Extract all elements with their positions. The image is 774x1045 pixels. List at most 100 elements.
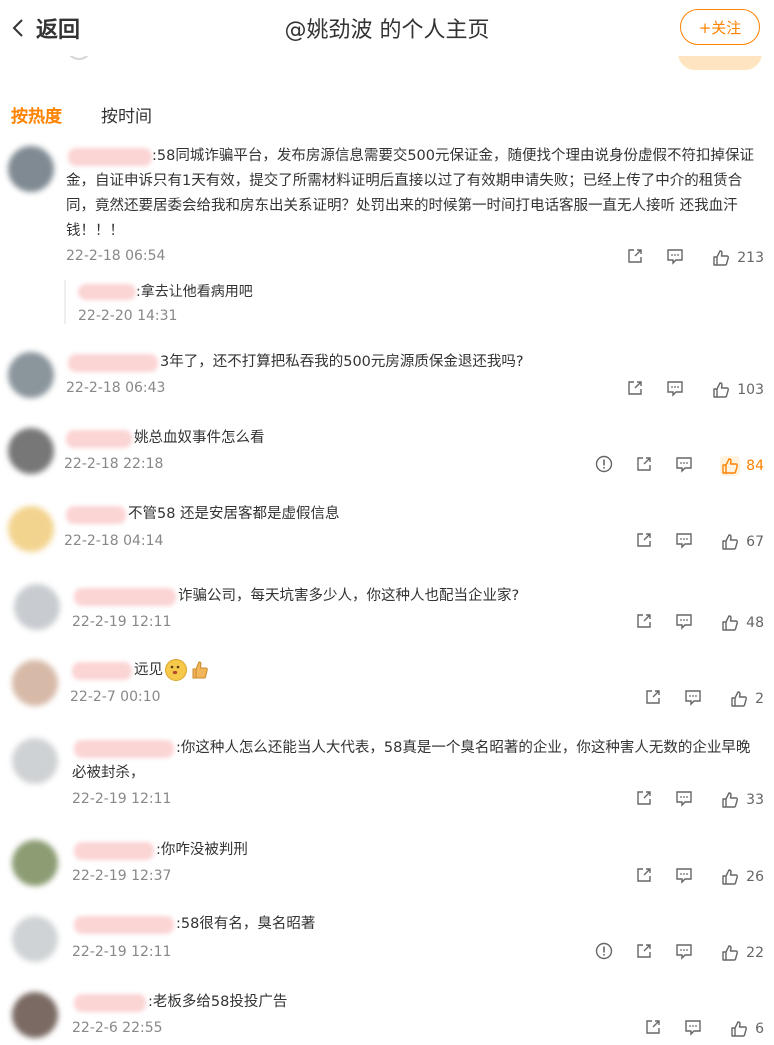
reply-time: 22-2-20 14:31 xyxy=(78,308,178,324)
username-blurred[interactable] xyxy=(74,994,146,1012)
thumbs-up-icon xyxy=(720,867,740,887)
share-button[interactable] xyxy=(634,454,654,478)
share-icon xyxy=(625,246,645,270)
username-blurred[interactable] xyxy=(74,588,176,606)
avatar[interactable] xyxy=(8,428,54,474)
report-button[interactable] xyxy=(594,454,614,478)
share-button[interactable] xyxy=(643,687,663,711)
avatar[interactable] xyxy=(14,584,60,630)
share-button[interactable] xyxy=(634,941,654,965)
comment-icon xyxy=(665,246,685,270)
like-button[interactable]: 33 xyxy=(714,790,764,810)
username-blurred[interactable] xyxy=(74,916,174,934)
username-blurred[interactable] xyxy=(68,354,158,372)
reply-button[interactable] xyxy=(674,611,694,635)
follow-button[interactable]: +关注 xyxy=(680,9,760,45)
reply-button[interactable] xyxy=(674,788,694,812)
tab-sort-by-time[interactable]: 按时间 xyxy=(101,102,152,127)
tab-sort-by-heat[interactable]: 按热度 xyxy=(11,102,62,127)
like-count: 84 xyxy=(746,458,764,474)
avatar[interactable] xyxy=(8,352,54,398)
comment-text-content: :你这种人怎么还能当人大代表，58真是一个臭名昭著的企业，你这种害人无数的企业早… xyxy=(72,740,751,781)
like-button[interactable]: 48 xyxy=(714,613,764,633)
comment-actions: 67 xyxy=(614,530,764,554)
share-button[interactable] xyxy=(634,611,654,635)
like-count: 67 xyxy=(746,534,764,550)
username-blurred[interactable] xyxy=(78,284,136,300)
comment-text-content: :58很有名，臭名昭著 xyxy=(176,916,316,932)
comment-text: :你这种人怎么还能当人大代表，58真是一个臭名昭著的企业，你这种害人无数的企业早… xyxy=(72,736,760,786)
comment-time: 22-2-18 06:43 xyxy=(66,380,166,396)
reply-button[interactable] xyxy=(674,941,694,965)
like-button[interactable]: 84 xyxy=(714,456,764,476)
report-icon xyxy=(594,941,614,965)
share-icon xyxy=(643,1017,663,1041)
report-icon xyxy=(594,454,614,478)
share-button[interactable] xyxy=(634,530,654,554)
like-button[interactable]: 26 xyxy=(714,867,764,887)
like-button[interactable]: 6 xyxy=(723,1019,764,1039)
avatar[interactable] xyxy=(12,992,58,1038)
share-button[interactable] xyxy=(625,378,645,402)
smile-emoji-icon xyxy=(165,659,187,681)
thumbs-up-icon xyxy=(720,790,740,810)
reply-button[interactable] xyxy=(674,530,694,554)
reply-button[interactable] xyxy=(665,246,685,270)
reply-button[interactable] xyxy=(683,1017,703,1041)
comment-actions: 48 xyxy=(614,611,764,635)
top-bar: 返回 @姚劲波 的个人主页 +关注 xyxy=(0,0,774,56)
reply-text: :拿去让他看病用吧 xyxy=(136,284,253,300)
comment-icon xyxy=(683,687,703,711)
share-icon xyxy=(625,378,645,402)
username-blurred[interactable] xyxy=(72,662,132,680)
like-button[interactable]: 22 xyxy=(714,943,764,963)
comment-text-content: :老板多给58投投广告 xyxy=(148,994,288,1010)
reply-text-row: :拿去让他看病用吧 xyxy=(78,280,253,304)
avatar[interactable] xyxy=(8,146,54,192)
thumbs-up-icon xyxy=(711,248,731,268)
comment-actions: 103 xyxy=(605,378,764,402)
reply-button[interactable] xyxy=(674,865,694,889)
comment-time: 22-2-19 12:11 xyxy=(72,944,172,960)
reply-button[interactable] xyxy=(683,687,703,711)
comment-time: 22-2-19 12:11 xyxy=(72,614,172,630)
comment-icon xyxy=(665,378,685,402)
thumbs-up-icon xyxy=(720,613,740,633)
reply-button[interactable] xyxy=(674,454,694,478)
report-button[interactable] xyxy=(594,941,614,965)
like-button[interactable]: 103 xyxy=(705,380,764,400)
like-count: 22 xyxy=(746,945,764,961)
comment-text-content: :58同城诈骗平台，发布房源信息需要交500元保证金，随便找个理由说身份虚假不符… xyxy=(66,148,755,239)
share-button[interactable] xyxy=(634,865,654,889)
avatar[interactable] xyxy=(12,840,58,886)
comment-icon xyxy=(674,454,694,478)
page-title: @姚劲波 的个人主页 xyxy=(284,18,490,43)
comment-text: 不管58 还是安居客都是虚假信息 xyxy=(128,502,760,527)
comment-text-content: :你咋没被判刑 xyxy=(156,842,248,858)
share-button[interactable] xyxy=(625,246,645,270)
avatar[interactable] xyxy=(8,506,54,552)
share-button[interactable] xyxy=(643,1017,663,1041)
share-button[interactable] xyxy=(634,788,654,812)
comment-actions: 213 xyxy=(605,246,764,270)
comment-actions: 26 xyxy=(614,865,764,889)
username-blurred[interactable] xyxy=(66,506,126,524)
comment-text-content: 远见 xyxy=(134,662,163,678)
like-button[interactable]: 67 xyxy=(714,532,764,552)
comment-text: 姚总血奴事件怎么看 xyxy=(134,426,760,451)
reply-item: :拿去让他看病用吧 22-2-20 14:31 xyxy=(64,280,253,324)
thumbs-up-icon xyxy=(729,689,749,709)
username-blurred[interactable] xyxy=(74,842,154,860)
comment-text-content: 3年了，还不打算把私吞我的500元房源质保金退还我吗? xyxy=(160,354,524,370)
avatar[interactable] xyxy=(12,738,58,784)
username-blurred[interactable] xyxy=(66,430,132,448)
share-icon xyxy=(634,788,654,812)
like-button[interactable]: 2 xyxy=(723,689,764,709)
reply-button[interactable] xyxy=(665,378,685,402)
comment-text: 远见 xyxy=(134,658,760,683)
comment-actions: 2 xyxy=(623,687,764,711)
avatar[interactable] xyxy=(12,660,58,706)
comment-time: 22-2-18 04:14 xyxy=(64,533,164,549)
avatar[interactable] xyxy=(12,916,58,962)
like-button[interactable]: 213 xyxy=(705,248,764,268)
